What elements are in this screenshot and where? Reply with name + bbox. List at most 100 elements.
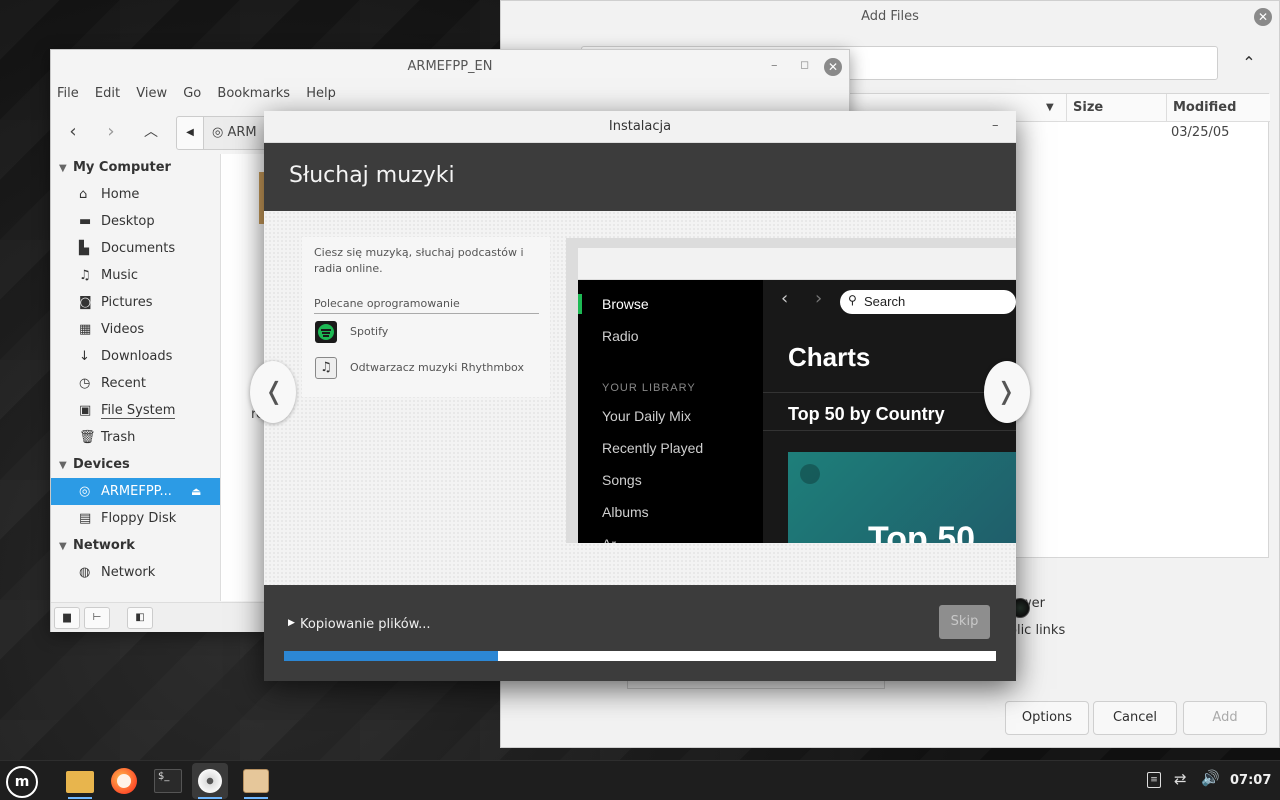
skip-button[interactable]: Skip <box>939 605 990 639</box>
sidebar-item-desktop[interactable]: ▬ Desktop <box>51 208 220 235</box>
cancel-button[interactable]: Cancel <box>1093 701 1177 735</box>
camera-icon: ◙ <box>79 295 92 310</box>
app-rhythmbox[interactable]: Odtwarzacz muzyki Rhythmbox <box>350 361 524 374</box>
spotify-window: Browse Radio YOUR LIBRARY Your Daily Mix… <box>578 248 1016 543</box>
spotify-logo-icon <box>800 464 820 484</box>
slide-header: Słuchaj muzyki <box>264 143 1016 211</box>
menu-edit[interactable]: Edit <box>89 86 126 101</box>
globe-icon: ◍ <box>79 565 91 580</box>
spotify-library-daily-mix: Your Daily Mix <box>602 408 691 424</box>
notes-icon[interactable]: ≡ <box>1147 772 1161 788</box>
chevron-up-icon[interactable]: ⌃ <box>1237 51 1261 75</box>
desktop-icon: ▬ <box>79 214 92 229</box>
status-text: Kopiowanie plików... <box>300 617 431 632</box>
top50-tile: Top 50 <box>788 452 1016 543</box>
option-label-partial-2: olic links <box>1009 623 1066 638</box>
installer-app-icon[interactable] <box>238 763 274 799</box>
up-icon[interactable]: ︿ <box>137 118 165 146</box>
sidebar-item-pictures[interactable]: ◙ Pictures <box>51 289 220 316</box>
sidebar-item-recent[interactable]: ◷ Recent <box>51 370 220 397</box>
sidebar-item-network[interactable]: ◍ Network <box>51 559 220 586</box>
row-modified-date: 03/25/05 <box>1171 125 1230 140</box>
disc-app-icon[interactable] <box>192 763 228 799</box>
trash-icon: 🗑 <box>79 430 96 445</box>
maximize-icon[interactable]: ◻ <box>800 58 809 71</box>
minimize-icon[interactable]: – <box>771 58 778 73</box>
hide-sidebar-icon[interactable]: ◧ <box>127 607 153 629</box>
menu-file[interactable]: File <box>51 86 85 101</box>
tree-toggle-icon[interactable]: ⊢ <box>84 607 110 629</box>
forward-icon[interactable]: › <box>97 118 125 146</box>
menu-view[interactable]: View <box>130 86 173 101</box>
home-icon: ⌂ <box>79 187 88 202</box>
library-label: YOUR LIBRARY <box>602 382 696 394</box>
network-icon[interactable]: ⇄ <box>1174 770 1187 788</box>
installer-footer: ▶ Kopiowanie plików... Skip <box>264 585 1016 681</box>
close-icon[interactable]: ✕ <box>1254 8 1272 26</box>
info-card: Ciesz się muzyką, słuchaj podcastów i ra… <box>302 237 550 397</box>
add-button[interactable]: Add <box>1183 701 1267 735</box>
sidebar-item-videos[interactable]: ▦ Videos <box>51 316 220 343</box>
clock[interactable]: 07:07 <box>1230 773 1271 788</box>
spotify-preview: Browse Radio YOUR LIBRARY Your Daily Mix… <box>566 238 1016 543</box>
eject-icon[interactable]: ⏏ <box>191 478 201 505</box>
close-icon[interactable]: ✕ <box>824 58 842 76</box>
menu-help[interactable]: Help <box>300 86 342 101</box>
divider <box>763 392 1016 393</box>
back-icon[interactable]: ‹ <box>59 118 87 146</box>
progress-bar <box>284 651 996 661</box>
charts-heading: Charts <box>788 342 871 372</box>
spotify-search: ⚲ Search <box>840 290 1016 314</box>
options-button[interactable]: Options <box>1005 701 1089 735</box>
download-icon: ↓ <box>79 349 90 364</box>
places-toggle-icon[interactable]: ▆ <box>54 607 80 629</box>
sidebar-item-file-system[interactable]: ▣ File System <box>51 397 220 424</box>
menu-go[interactable]: Go <box>177 86 207 101</box>
menu-bar: File Edit View Go Bookmarks Help <box>51 86 342 108</box>
volume-icon[interactable]: 🔊 <box>1201 769 1220 787</box>
clock-icon: ◷ <box>79 376 91 391</box>
sidebar-section-network[interactable]: ▼ Network <box>51 532 220 559</box>
spotify-library-recent: Recently Played <box>602 440 704 456</box>
sidebar-item-floppy[interactable]: ▤ Floppy Disk <box>51 505 220 532</box>
app-spotify[interactable]: Spotify <box>350 325 388 338</box>
modified-column-header[interactable]: Modified <box>1167 94 1270 122</box>
spotify-library-songs: Songs <box>602 472 642 488</box>
spotify-main: ‹ › ⚲ Search Charts Top 50 by Country To… <box>763 280 1016 543</box>
file-manager-launcher[interactable] <box>62 763 98 799</box>
film-icon: ▦ <box>79 322 92 337</box>
slide-description: Ciesz się muzyką, słuchaj podcastów i ra… <box>314 246 524 275</box>
search-icon: ⚲ <box>848 293 857 307</box>
slideshow: Ciesz się muzyką, słuchaj podcastów i ra… <box>250 211 1030 585</box>
sidebar-section-devices[interactable]: ▼ Devices <box>51 451 220 478</box>
start-menu-icon[interactable]: m <box>6 766 38 798</box>
firefox-icon[interactable] <box>106 763 142 799</box>
sidebar-section-my-computer[interactable]: ▼ My Computer <box>51 154 220 181</box>
installer-window: Instalacja – Słuchaj muzyki Ciesz się mu… <box>250 111 1030 681</box>
sidebar-item-home[interactable]: ⌂ Home <box>51 181 220 208</box>
sidebar-item-downloads[interactable]: ↓ Downloads <box>51 343 220 370</box>
slide-heading: Słuchaj muzyki <box>289 163 455 188</box>
sidebar-item-documents[interactable]: ▙ Documents <box>51 235 220 262</box>
minimize-icon[interactable]: – <box>992 118 999 133</box>
prev-slide-icon[interactable]: ❬ <box>250 361 296 423</box>
next-slide-icon[interactable]: ❭ <box>984 361 1030 423</box>
drive-icon: ▣ <box>79 403 92 418</box>
path-left-arrow-icon[interactable]: ◀ <box>176 116 204 150</box>
sidebar-item-trash[interactable]: 🗑 Trash <box>51 424 220 451</box>
menu-bookmarks[interactable]: Bookmarks <box>211 86 296 101</box>
sidebar-item-music[interactable]: ♫ Music <box>51 262 220 289</box>
taskbar: m $_ ≡ ⇄ 🔊 07:07 <box>0 760 1280 800</box>
tile-text: Top 50 <box>868 520 976 543</box>
spotify-library-artists: Ar <box>578 528 616 543</box>
spotify-titlebar <box>578 248 1016 280</box>
recommended-label: Polecane oprogramowanie <box>314 297 539 314</box>
window-title: ARMEFPP_EN <box>407 59 493 74</box>
expand-triangle-icon[interactable]: ▶ <box>288 618 295 628</box>
terminal-icon[interactable]: $_ <box>150 763 186 799</box>
chevron-right-icon: › <box>815 288 823 309</box>
sidebar: ▼ My Computer ⌂ Home ▬ Desktop ▙ Documents ♫… <box>51 154 221 601</box>
spotify-library-albums: Albums <box>602 504 649 520</box>
sidebar-item-disc[interactable]: ◎ ARMEFPP... ⏏ <box>51 478 220 505</box>
size-column-header[interactable]: Size <box>1067 94 1167 122</box>
